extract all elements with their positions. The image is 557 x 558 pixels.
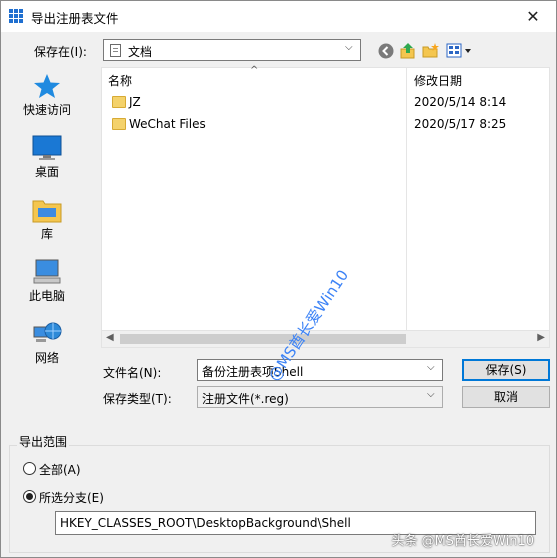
scrollbar-thumb[interactable]	[120, 334, 406, 344]
save-in-combobox[interactable]: 文档 ⌵	[103, 39, 361, 61]
save-in-label: 保存在(I):	[34, 45, 87, 59]
filetype-value: 注册文件(*.reg)	[202, 392, 289, 406]
file-modified: 2020/5/14 8:14	[414, 95, 507, 109]
filename-label: 文件名(N):	[103, 366, 162, 380]
place-label: 桌面	[34, 165, 59, 179]
chevron-down-icon: ⌵	[345, 42, 353, 53]
scroll-right-icon[interactable]: ▶	[537, 332, 545, 343]
place-network[interactable]: 网络	[17, 321, 77, 366]
branch-path-value: HKEY_CLASSES_ROOT\DesktopBackground\Shel…	[60, 516, 351, 530]
place-label: 快速访问	[22, 103, 71, 117]
network-icon	[32, 321, 62, 347]
folder-icon	[112, 118, 126, 130]
close-button[interactable]: ✕	[510, 1, 556, 32]
close-icon: ✕	[526, 7, 540, 26]
place-label: 库	[40, 227, 53, 241]
sort-ascending-icon: ^	[250, 65, 259, 76]
watermark-corner: 头条 @MS酋长爱Win10	[391, 534, 534, 549]
window-title: 导出注册表文件	[31, 11, 119, 26]
folder-icon	[112, 96, 126, 108]
selected-branch-radio[interactable]	[23, 490, 36, 503]
place-library[interactable]: 库	[17, 197, 77, 242]
places-bar: 快速访问 桌面 库 此电脑 网络	[17, 67, 97, 367]
file-row[interactable]: WeChat Files 2020/5/17 8:25	[102, 114, 549, 136]
cancel-button[interactable]: 取消	[462, 386, 550, 408]
chevron-down-icon: ⌵	[427, 362, 435, 373]
registry-icon	[9, 9, 23, 23]
library-icon	[32, 197, 62, 223]
all-radio-label[interactable]: 全部(A)	[39, 461, 81, 478]
desktop-icon	[32, 135, 62, 161]
filename-input[interactable]: 备份注册表项Shell ⌵	[197, 359, 443, 381]
place-label: 网络	[34, 351, 59, 365]
back-icon[interactable]	[377, 42, 395, 60]
column-header-name[interactable]: 名称	[108, 72, 132, 89]
file-name: JZ	[129, 95, 141, 109]
scroll-left-icon[interactable]: ◀	[106, 332, 114, 343]
title-bar: 导出注册表文件 ✕	[1, 1, 556, 32]
export-range-title: 导出范围	[17, 433, 70, 450]
all-radio[interactable]	[23, 462, 36, 475]
file-modified: 2020/5/17 8:25	[414, 117, 507, 131]
place-this-pc[interactable]: 此电脑	[17, 259, 77, 304]
selected-branch-label[interactable]: 所选分支(E)	[39, 489, 104, 506]
up-folder-icon[interactable]	[399, 42, 417, 60]
chevron-down-icon: ⌵	[427, 389, 435, 400]
export-registry-dialog: 导出注册表文件 ✕ 保存在(I): 文档 ⌵ 快速访问 桌面 库 此电脑 网络 …	[0, 0, 557, 558]
documents-icon	[110, 44, 121, 57]
horizontal-scrollbar[interactable]: ◀ ▶	[102, 330, 549, 347]
view-menu-icon[interactable]	[446, 42, 474, 60]
star-icon	[33, 73, 61, 99]
filetype-label: 保存类型(T):	[103, 392, 172, 406]
place-desktop[interactable]: 桌面	[17, 135, 77, 180]
save-in-value: 文档	[128, 45, 153, 59]
file-name: WeChat Files	[129, 117, 206, 131]
place-label: 此电脑	[28, 289, 65, 303]
save-button[interactable]: 保存(S)	[462, 359, 550, 381]
column-header-modified[interactable]: 修改日期	[414, 72, 462, 89]
file-row[interactable]: JZ 2020/5/14 8:14	[102, 92, 549, 114]
filetype-select[interactable]: 注册文件(*.reg) ⌵	[197, 386, 443, 408]
new-folder-icon[interactable]	[422, 42, 440, 60]
place-quick-access[interactable]: 快速访问	[17, 73, 77, 118]
computer-icon	[32, 259, 62, 285]
